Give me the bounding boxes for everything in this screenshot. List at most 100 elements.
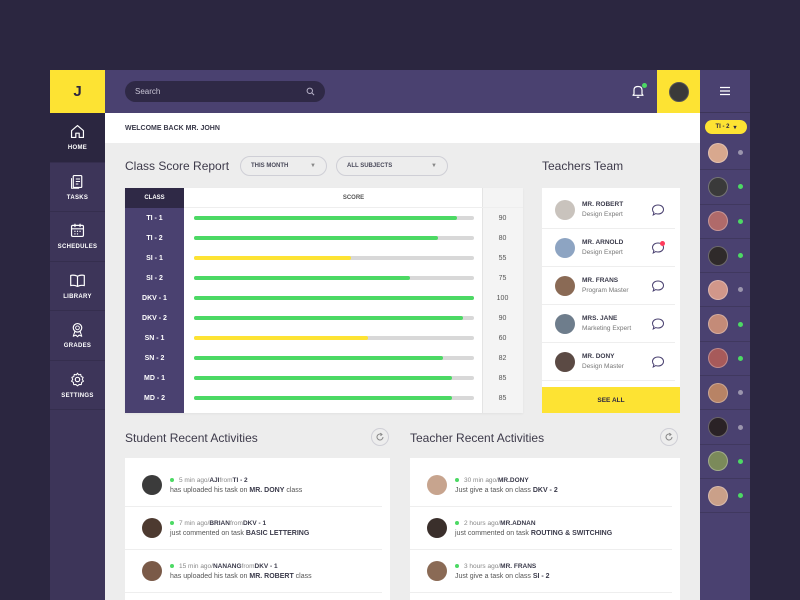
teacher-info: MR. ROBERT Design Expert	[582, 201, 651, 218]
teacher-list: MR. ROBERT Design Expert MR. ARNOLD Design …	[542, 188, 680, 381]
nav-item-library[interactable]: LIBRARY	[50, 262, 105, 311]
activity-meta: 15 min ago / NANANG from DKV - 1	[170, 563, 312, 570]
activity-item[interactable]: 7 min ago / BRIAN from DKV - 1 just comme…	[125, 507, 382, 550]
activity-item[interactable]: 5 min ago / AJI from TI - 2 has uploaded …	[125, 464, 382, 507]
teacher-activities-title: Teacher Recent Activities	[410, 431, 545, 445]
activity-suffix: class	[293, 572, 312, 580]
status-dot	[738, 218, 743, 224]
refresh-student-activities-button[interactable]	[371, 428, 389, 446]
refresh-teacher-activities-button[interactable]	[660, 428, 678, 446]
score-bar-track	[194, 256, 474, 260]
top-bar: Search	[105, 70, 700, 113]
score-value: 55	[498, 254, 507, 262]
teacher-info: MR. FRANS Program Master	[582, 277, 651, 294]
activity-target: MR. DONY	[249, 486, 285, 494]
nav-item-grades[interactable]: GRADES	[50, 311, 105, 361]
contact-item[interactable]	[700, 479, 750, 514]
contact-item[interactable]	[700, 410, 750, 445]
nav-label-home: HOME	[67, 145, 88, 152]
contact-item[interactable]	[700, 136, 750, 171]
avatar	[708, 279, 728, 300]
contact-item[interactable]	[700, 205, 750, 239]
see-all-button[interactable]: SEE ALL	[542, 387, 680, 413]
activity-action: just commented on task	[455, 529, 531, 537]
nav-item-schedules[interactable]: SCHEDULES	[50, 212, 105, 262]
class-name: SN - 2	[144, 354, 165, 362]
activity-item[interactable]: 15 min ago / NANANG from DKV - 1 has uplo…	[125, 550, 382, 593]
contact-item[interactable]	[700, 307, 750, 342]
avatar	[427, 475, 447, 495]
menu-button[interactable]	[700, 70, 750, 113]
score-bar-fill	[194, 276, 410, 280]
chat-icon[interactable]	[651, 279, 665, 293]
contact-item[interactable]	[700, 239, 750, 274]
avatar	[708, 314, 728, 335]
avatar	[708, 142, 728, 163]
activity-action: has uploaded his task on	[170, 486, 250, 494]
month-filter-value: THIS MONTH	[251, 163, 289, 169]
app-logo[interactable]: J	[50, 70, 105, 113]
activity-item[interactable]: 2 hours ago / MR.ADNAN just commented on …	[410, 507, 672, 550]
activity-time: 2 hours ago	[464, 519, 499, 527]
teacher-activities-card: 30 min ago / MR.DONY Just give a task on …	[410, 458, 680, 600]
nav-item-settings[interactable]: SETTINGS	[50, 361, 105, 410]
month-filter-select[interactable]: THIS MONTH ▼	[240, 156, 327, 176]
avatar	[142, 518, 162, 538]
activity-body: 15 min ago / NANANG from DKV - 1 has uplo…	[170, 563, 312, 580]
teacher-role: Design Master	[582, 363, 624, 370]
activity-user: MR.ADNAN	[500, 519, 536, 527]
activity-from: from	[241, 562, 255, 570]
score-bar-track	[194, 376, 474, 380]
search-input[interactable]: Search	[125, 81, 325, 102]
teacher-item[interactable]: MR. DONY Design Master	[542, 343, 675, 381]
award-icon	[72, 323, 83, 338]
chat-icon[interactable]	[651, 317, 665, 331]
class-name: DKV - 2	[142, 314, 167, 322]
status-dot	[738, 493, 743, 499]
unread-dot	[660, 240, 665, 246]
online-dot	[455, 521, 459, 525]
avatar	[708, 451, 728, 472]
avatar	[142, 475, 162, 495]
teacher-item[interactable]: MRS. JANE Marketing Expert	[542, 305, 675, 343]
score-value: 85	[498, 394, 507, 402]
contact-item[interactable]	[700, 342, 750, 377]
chat-icon[interactable]	[651, 240, 665, 255]
score-bar-track	[194, 396, 474, 400]
score-bar-track	[194, 216, 474, 220]
table-row: MD - 1 85	[125, 368, 506, 388]
activity-time: 30 min ago	[464, 476, 497, 484]
activity-target: BASIC LETTERING	[245, 529, 310, 537]
activity-from: from	[229, 519, 243, 527]
activity-target: ROUTING & SWITCHING	[530, 529, 613, 537]
class-name: SN - 1	[144, 334, 165, 342]
chat-icon[interactable]	[651, 203, 665, 217]
nav-item-tasks[interactable]: TASKS	[50, 163, 105, 212]
activity-item[interactable]: 30 min ago / MR.DONY Just give a task on …	[410, 464, 672, 507]
hamburger-menu-icon	[720, 86, 730, 96]
contact-item[interactable]	[700, 273, 750, 308]
subject-filter-select[interactable]: ALL SUBJECTS ▼	[336, 156, 448, 176]
teacher-item[interactable]: MR. ROBERT Design Expert	[542, 191, 675, 229]
search-icon[interactable]	[306, 87, 315, 96]
right-panel: TI - 2 ▾	[700, 70, 750, 600]
contact-item[interactable]	[700, 376, 750, 411]
profile-button[interactable]	[657, 70, 700, 113]
contact-item[interactable]	[700, 445, 750, 479]
status-dot	[738, 355, 743, 361]
teacher-name: MR. DONY	[582, 353, 615, 360]
avatar	[708, 245, 728, 266]
contact-item[interactable]	[700, 170, 750, 205]
teachers-team-card: MR. ROBERT Design Expert MR. ARNOLD Design …	[542, 188, 680, 413]
chat-icon[interactable]	[651, 355, 665, 369]
gear-icon	[71, 372, 84, 387]
class-selector[interactable]: TI - 2 ▾	[705, 120, 747, 134]
teacher-item[interactable]: MR. ARNOLD Design Expert	[542, 229, 675, 267]
avatar	[708, 176, 728, 197]
table-row: DKV - 1 100	[125, 288, 508, 308]
activity-item[interactable]: 3 hours ago / MR. FRANS Just give a task …	[410, 550, 672, 593]
score-value: 75	[498, 274, 507, 282]
nav-item-home[interactable]: HOME	[50, 113, 105, 163]
status-dot	[738, 458, 743, 464]
teacher-item[interactable]: MR. FRANS Program Master	[542, 267, 675, 305]
